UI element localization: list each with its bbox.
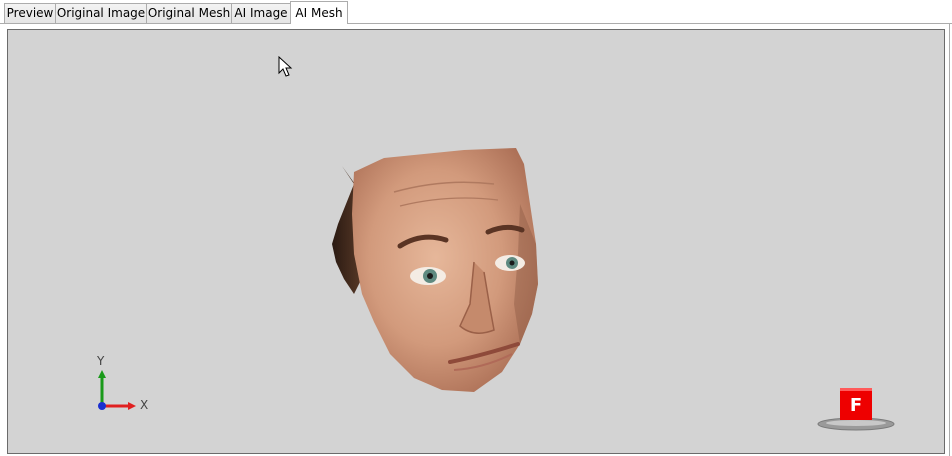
view-cube-top-edge <box>840 388 872 391</box>
y-axis-label: Y <box>97 354 105 368</box>
x-axis-label: X <box>140 398 149 412</box>
arrow-cursor-icon <box>278 56 293 77</box>
view-cube-face-label: F <box>850 395 862 416</box>
y-axis-arrowhead <box>98 370 106 378</box>
view-cube-base-inner <box>826 420 886 426</box>
ai-mesh-window: Preview Original Image Original Mesh AI … <box>0 0 952 456</box>
x-axis-arrowhead <box>128 402 136 410</box>
right-pupil <box>509 260 515 266</box>
tab-original-mesh[interactable]: Original Mesh <box>146 3 232 23</box>
left-pupil <box>427 273 433 279</box>
z-axis-origin <box>98 402 106 410</box>
3d-mesh-viewport[interactable]: Y X F <box>7 29 945 454</box>
tab-original-image[interactable]: Original Image <box>55 3 147 23</box>
tab-preview[interactable]: Preview <box>4 3 56 23</box>
tab-ai-image[interactable]: AI Image <box>231 3 291 23</box>
tab-strip-divider <box>0 23 952 24</box>
axis-gizmo: Y X <box>88 354 149 420</box>
tab-ai-mesh[interactable]: AI Mesh <box>290 1 348 24</box>
tab-strip: Preview Original Image Original Mesh AI … <box>0 0 952 24</box>
view-cube[interactable]: F <box>816 386 896 434</box>
tab-content-border <box>949 24 950 456</box>
face-mesh[interactable] <box>324 144 554 394</box>
